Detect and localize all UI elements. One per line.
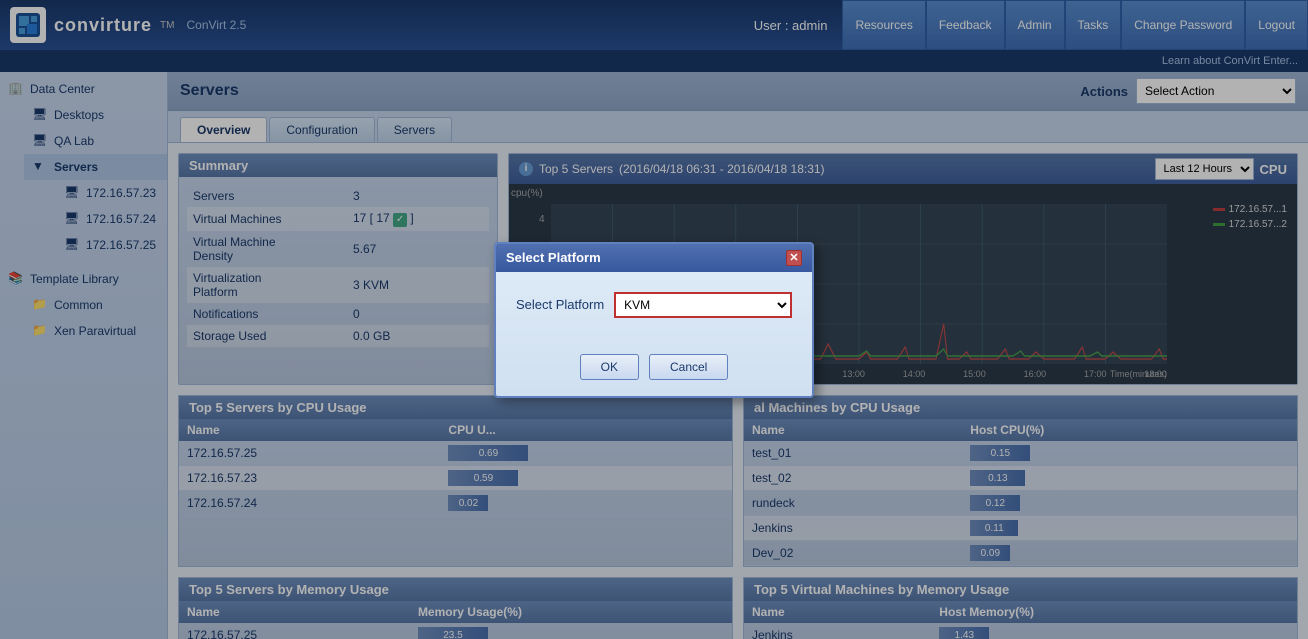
modal-header: Select Platform ✕	[496, 244, 812, 272]
modal-cancel-button[interactable]: Cancel	[649, 354, 728, 380]
modal-platform-select[interactable]: KVM Xen VMware	[614, 292, 792, 318]
modal-ok-button[interactable]: OK	[580, 354, 639, 380]
modal-platform-label: Select Platform	[516, 297, 604, 312]
modal-overlay: Select Platform ✕ Select Platform KVM Xe…	[0, 0, 1308, 639]
modal-platform-row: Select Platform KVM Xen VMware	[516, 292, 792, 318]
modal-body: Select Platform KVM Xen VMware	[496, 272, 812, 354]
modal-close-button[interactable]: ✕	[786, 250, 802, 266]
modal-footer: OK Cancel	[496, 354, 812, 396]
select-platform-modal: Select Platform ✕ Select Platform KVM Xe…	[494, 242, 814, 398]
modal-title: Select Platform	[506, 250, 601, 265]
